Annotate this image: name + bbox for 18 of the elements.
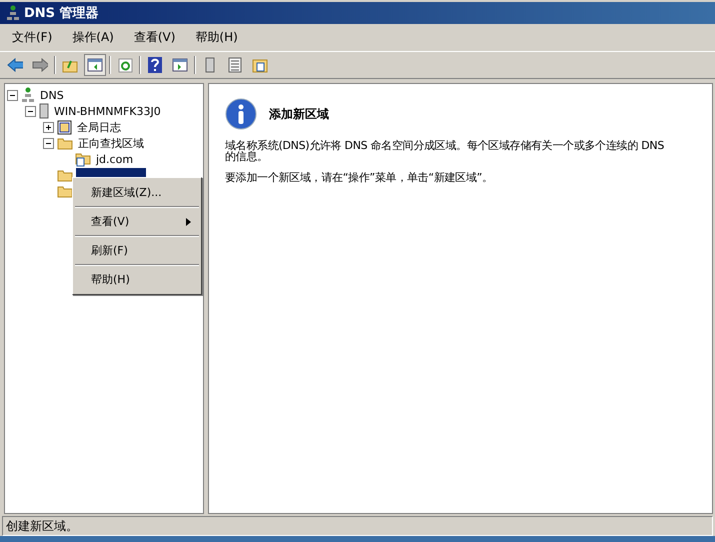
tree-item[interactable]: DNS bbox=[38, 88, 66, 102]
context-menu-item[interactable]: 新建区域(Z)... bbox=[75, 180, 199, 205]
menu-item[interactable]: 文件(F) bbox=[4, 27, 60, 48]
tree-item[interactable]: WIN-BHMNMFK33J0 bbox=[52, 104, 163, 118]
tree-item[interactable]: jd.com bbox=[94, 152, 136, 166]
context-menu-item[interactable]: 查看(V) bbox=[75, 209, 199, 234]
status-bar: 创建新区域。 bbox=[2, 516, 713, 536]
menu-item[interactable]: 帮助(H) bbox=[187, 27, 246, 48]
menu-item[interactable]: 操作(A) bbox=[64, 27, 122, 48]
context-menu-item[interactable]: 刷新(F) bbox=[75, 238, 199, 263]
details-paragraph: 要添加一个新区域，请在“操作”菜单，单击“新建区域”。 bbox=[225, 172, 494, 183]
tree-item[interactable]: 正向查找区域 bbox=[76, 136, 146, 150]
context-menu-item[interactable]: 帮助(H) bbox=[75, 267, 199, 292]
details-paragraph: 域名称系统(DNS)允许将 DNS 命名空间分成区域。每个区域存储有关一个或多个连续的 DNS 的信息。 bbox=[225, 140, 666, 162]
menu-item[interactable]: 查看(V) bbox=[126, 27, 184, 48]
window-title: DNS 管理器 bbox=[24, 5, 99, 22]
tree-item[interactable]: 全局日志 bbox=[75, 120, 123, 134]
details-heading: 添加新区域 bbox=[269, 106, 329, 122]
